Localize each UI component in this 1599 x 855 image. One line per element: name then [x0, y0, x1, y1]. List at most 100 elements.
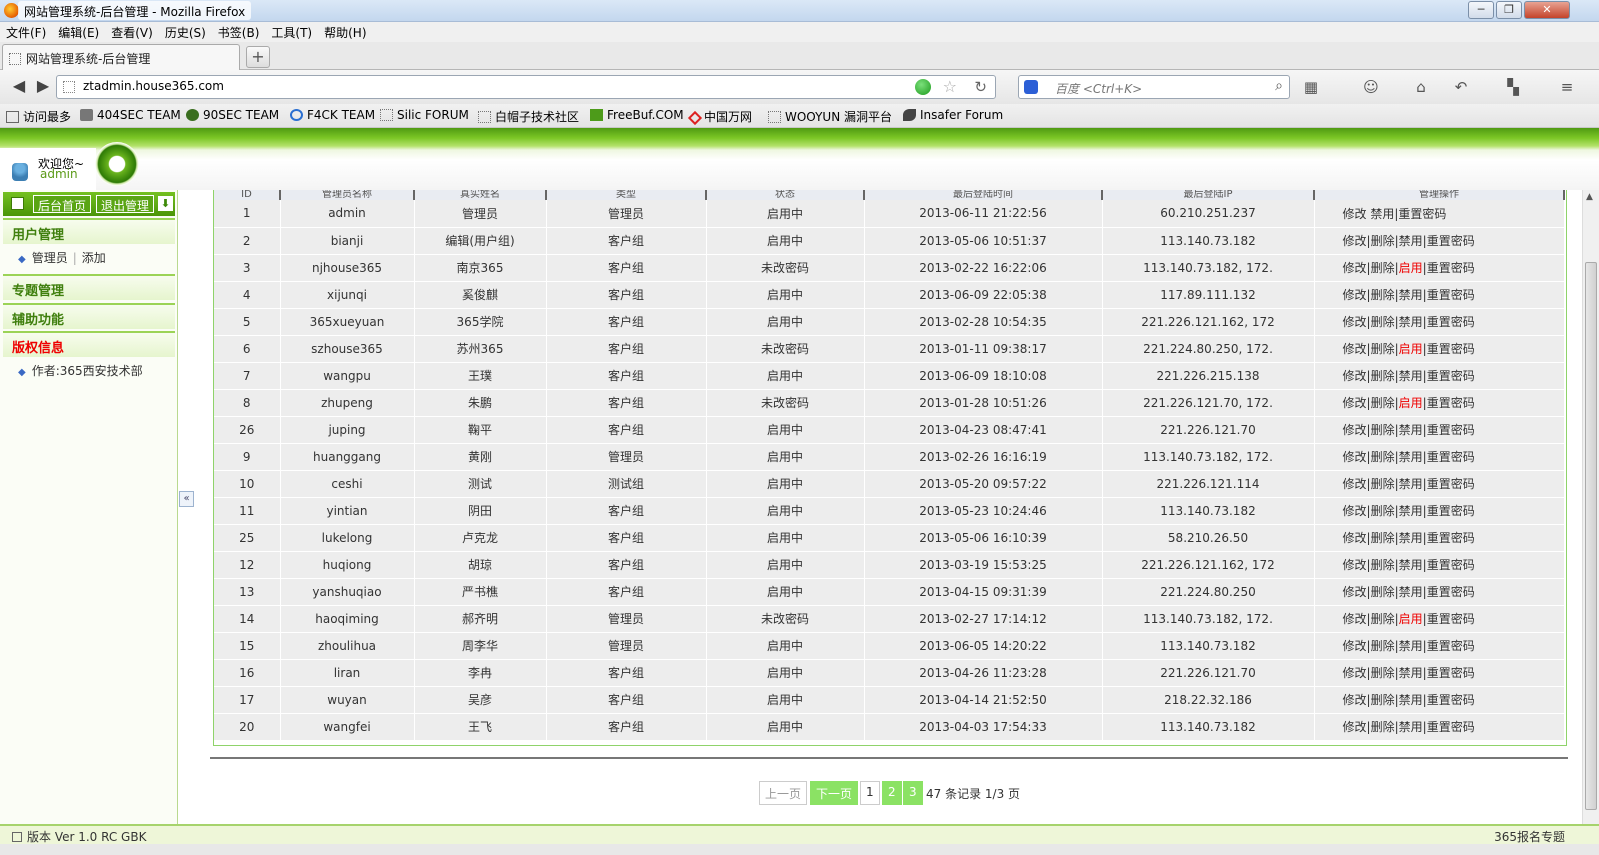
disable-link[interactable]: 禁用 — [1399, 423, 1423, 437]
search-bar[interactable]: 百度 <Ctrl+K> ⌕ — [1018, 75, 1290, 99]
menu-help[interactable]: 帮助(H) — [318, 22, 372, 43]
delete-link[interactable]: 删除 — [1371, 369, 1395, 383]
minimize-button[interactable]: ─ — [1468, 1, 1494, 19]
reset-password-link[interactable]: 重置密码 — [1427, 504, 1475, 518]
delete-link[interactable]: 删除 — [1371, 693, 1395, 707]
next-page-button[interactable]: 下一页 — [810, 781, 859, 805]
edit-link[interactable]: 修改 — [1343, 207, 1367, 221]
section-copyright[interactable]: 版权信息 — [3, 331, 175, 357]
edit-link[interactable]: 修改 — [1343, 477, 1367, 491]
enable-link[interactable]: 启用 — [1399, 342, 1423, 356]
maximize-button[interactable]: ❐ — [1496, 1, 1522, 19]
menu-tools[interactable]: 工具(T) — [265, 22, 318, 43]
reset-password-link[interactable]: 重置密码 — [1427, 666, 1475, 680]
edit-link[interactable]: 修改 — [1343, 720, 1367, 734]
page-2-button[interactable]: 2 — [882, 781, 902, 805]
reload-icon[interactable]: ↻ — [974, 78, 987, 96]
search-icon[interactable]: ⌕ — [1275, 78, 1283, 94]
delete-link[interactable]: 删除 — [1371, 261, 1395, 275]
bookmark-f4ck[interactable]: F4CK TEAM — [290, 108, 375, 122]
bookmark-404sec[interactable]: 404SEC TEAM — [80, 108, 181, 122]
edit-link[interactable]: 修改 — [1343, 315, 1367, 329]
admins-link[interactable]: 管理员 — [32, 251, 68, 265]
edit-link[interactable]: 修改 — [1343, 693, 1367, 707]
bookmark-most-visited[interactable]: 访问最多 — [6, 108, 71, 125]
bookmark-wanwang[interactable]: 中国万网 — [687, 108, 752, 126]
scrollbar-thumb[interactable] — [1585, 262, 1597, 810]
disable-link[interactable]: 禁用 — [1399, 639, 1423, 653]
bookmark-star-icon[interactable]: ☆ — [943, 77, 957, 96]
tab-admin[interactable]: 网站管理系统-后台管理 — [2, 44, 240, 71]
delete-link[interactable]: 删除 — [1371, 504, 1395, 518]
home-button[interactable]: 后台首页 — [33, 195, 92, 213]
signup-topic-link[interactable]: 365报名专题 — [1494, 828, 1565, 845]
edit-link[interactable]: 修改 — [1343, 612, 1367, 626]
edit-link[interactable]: 修改 — [1343, 639, 1367, 653]
reset-password-link[interactable]: 重置密码 — [1427, 423, 1475, 437]
edit-link[interactable]: 修改 — [1343, 261, 1367, 275]
edit-link[interactable]: 修改 — [1343, 504, 1367, 518]
edit-link[interactable]: 修改 — [1343, 369, 1367, 383]
section-topic-management[interactable]: 专题管理 — [3, 274, 175, 300]
disable-link[interactable]: 禁用 — [1370, 207, 1394, 221]
bookmark-insafer[interactable]: Insafer Forum — [903, 108, 1003, 122]
delete-link[interactable]: 删除 — [1371, 342, 1395, 356]
reset-password-link[interactable]: 重置密码 — [1427, 477, 1475, 491]
edit-link[interactable]: 修改 — [1343, 396, 1367, 410]
disable-link[interactable]: 禁用 — [1399, 504, 1423, 518]
reset-password-link[interactable]: 重置密码 — [1427, 531, 1475, 545]
edit-link[interactable]: 修改 — [1343, 531, 1367, 545]
disable-link[interactable]: 禁用 — [1399, 693, 1423, 707]
delete-link[interactable]: 删除 — [1371, 612, 1395, 626]
page-3-button[interactable]: 3 — [903, 781, 923, 805]
logout-button[interactable]: 退出管理 — [96, 195, 155, 213]
collapse-sidebar-button[interactable]: « — [179, 491, 194, 507]
reset-password-link[interactable]: 重置密码 — [1427, 342, 1475, 356]
arrow-down-icon[interactable]: ⬇ — [158, 196, 173, 211]
disable-link[interactable]: 禁用 — [1399, 288, 1423, 302]
disable-link[interactable]: 禁用 — [1399, 477, 1423, 491]
delete-link[interactable]: 删除 — [1371, 666, 1395, 680]
delete-link[interactable]: 删除 — [1371, 450, 1395, 464]
menu-bookmarks[interactable]: 书签(B) — [212, 22, 266, 43]
menu-edit[interactable]: 编辑(E) — [52, 22, 105, 43]
menu-view[interactable]: 查看(V) — [105, 22, 159, 43]
enable-link[interactable]: 启用 — [1399, 261, 1423, 275]
delete-link[interactable]: 删除 — [1371, 423, 1395, 437]
disable-link[interactable]: 禁用 — [1399, 585, 1423, 599]
disable-link[interactable]: 禁用 — [1399, 666, 1423, 680]
baidu-engine-icon[interactable] — [1024, 80, 1038, 94]
delete-link[interactable]: 删除 — [1371, 720, 1395, 734]
edit-link[interactable]: 修改 — [1343, 558, 1367, 572]
delete-link[interactable]: 删除 — [1371, 585, 1395, 599]
reset-password-link[interactable]: 重置密码 — [1427, 612, 1475, 626]
reset-password-link[interactable]: 重置密码 — [1427, 693, 1475, 707]
reset-password-link[interactable]: 重置密码 — [1427, 369, 1475, 383]
bookmark-whitehat[interactable]: 白帽子技术社区 — [478, 108, 579, 125]
edit-link[interactable]: 修改 — [1343, 450, 1367, 464]
back-icon[interactable]: ◀ — [8, 76, 30, 98]
home-icon[interactable]: ⌂ — [1412, 78, 1430, 96]
edit-link[interactable]: 修改 — [1343, 288, 1367, 302]
disable-link[interactable]: 禁用 — [1399, 720, 1423, 734]
bookmark-wooyun[interactable]: WOOYUN 漏洞平台 — [768, 108, 892, 125]
screenshot-icon[interactable]: ▦ — [1302, 78, 1320, 96]
bookmark-silic[interactable]: Silic FORUM — [380, 108, 469, 122]
edit-link[interactable]: 修改 — [1343, 234, 1367, 248]
disable-link[interactable]: 禁用 — [1399, 315, 1423, 329]
menu-history[interactable]: 历史(S) — [159, 22, 212, 43]
reset-password-link[interactable]: 重置密码 — [1427, 450, 1475, 464]
disable-link[interactable]: 禁用 — [1399, 369, 1423, 383]
delete-link[interactable]: 删除 — [1371, 558, 1395, 572]
delete-link[interactable]: 删除 — [1371, 288, 1395, 302]
reset-password-link[interactable]: 重置密码 — [1427, 396, 1475, 410]
forward-icon[interactable]: ▶ — [32, 76, 54, 98]
reset-password-link[interactable]: 重置密码 — [1398, 207, 1446, 221]
delete-link[interactable]: 删除 — [1371, 477, 1395, 491]
reset-password-link[interactable]: 重置密码 — [1427, 558, 1475, 572]
delete-link[interactable]: 删除 — [1371, 315, 1395, 329]
edit-link[interactable]: 修改 — [1343, 342, 1367, 356]
reset-password-link[interactable]: 重置密码 — [1427, 288, 1475, 302]
site-identity-icon[interactable] — [63, 81, 75, 93]
edit-link[interactable]: 修改 — [1343, 666, 1367, 680]
